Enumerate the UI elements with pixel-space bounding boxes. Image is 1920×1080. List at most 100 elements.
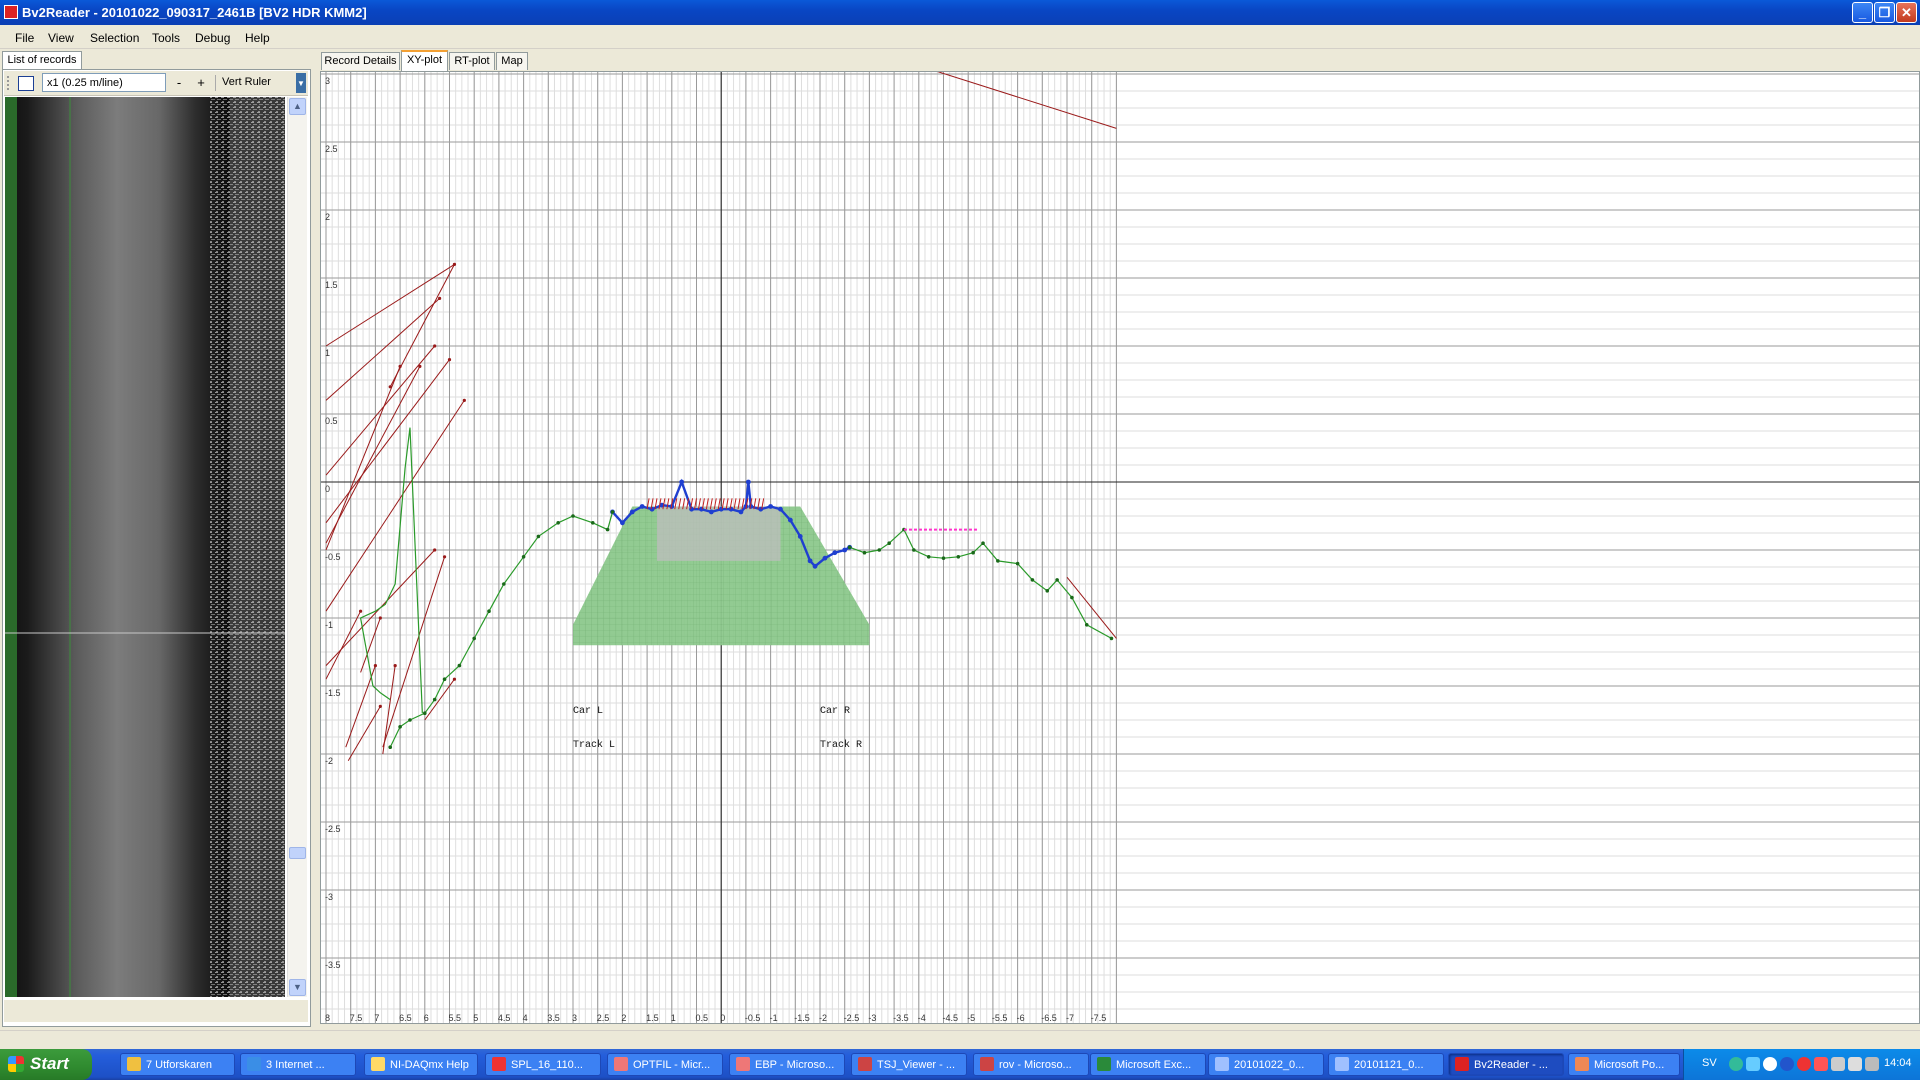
y-tick-label: -0.5 [325, 552, 341, 562]
aux-line-top [937, 72, 1117, 129]
taskbar-button-label: 7 Utforskaren [146, 1059, 213, 1071]
menu-bar: File View Selection Tools Debug Help [0, 26, 1920, 49]
taskbar-button[interactable]: EBP - Microso... [729, 1053, 845, 1076]
x-tick-label: -3 [868, 1013, 876, 1023]
series-point [842, 547, 848, 553]
taskbar: Start 7 Utforskaren 3 Internet ... NI-DAQm… [0, 1049, 1920, 1080]
restore-button[interactable]: ❐ [1874, 2, 1895, 23]
y-tick-label: -1.5 [325, 688, 341, 698]
taskbar-button[interactable]: 20101121_0... [1328, 1053, 1444, 1076]
x-tick-label: 1 [671, 1013, 676, 1023]
menu-debug[interactable]: Debug [195, 31, 230, 45]
menu-view[interactable]: View [48, 31, 74, 45]
menu-help[interactable]: Help [245, 31, 270, 45]
taskbar-app-icon [1455, 1057, 1469, 1071]
taskbar-app-icon [1097, 1057, 1111, 1071]
x-tick-label: 7 [374, 1013, 379, 1023]
tab-map[interactable]: Map [496, 52, 528, 70]
minimize-button[interactable]: _ [1852, 2, 1873, 23]
series-point [745, 479, 751, 485]
alert-icon[interactable] [1814, 1057, 1828, 1071]
taskbar-app-icon [371, 1057, 385, 1071]
y-tick-label: 1.5 [325, 280, 338, 290]
monitor-icon[interactable] [1831, 1057, 1845, 1071]
power-icon[interactable] [1865, 1057, 1879, 1071]
zoom-in-button[interactable]: + [192, 74, 210, 92]
series-point [1109, 636, 1114, 641]
windows-logo-icon [8, 1056, 24, 1072]
tab-record-details[interactable]: Record Details [321, 52, 400, 70]
scroll-up-icon[interactable]: ▲ [289, 98, 306, 115]
taskbar-button[interactable]: rov - Microso... [973, 1053, 1089, 1076]
series-point [1055, 578, 1059, 582]
car-envelope-box [656, 506, 781, 561]
taskbar-button[interactable]: TSJ_Viewer - ... [851, 1053, 967, 1076]
select-checkbox[interactable] [18, 76, 34, 91]
toolbar-grip[interactable] [7, 76, 12, 90]
x-tick-label: -7.5 [1091, 1013, 1107, 1023]
taskbar-app-icon [858, 1057, 872, 1071]
x-tick-label: 0.5 [696, 1013, 709, 1023]
taskbar-button[interactable]: SPL_16_110... [485, 1053, 601, 1076]
xy-plot-canvas[interactable]: 3 2.5 2 1.5 1 0.5 0 -0.5 -1 -1.5 -2 -2.5 -3 -3.5 8 7.5 7… [321, 72, 1919, 1023]
menu-selection[interactable]: Selection [90, 31, 139, 45]
series-point [847, 545, 852, 550]
search-icon[interactable] [1763, 1057, 1777, 1071]
bluetooth-icon[interactable] [1780, 1057, 1794, 1071]
series-point [679, 479, 685, 485]
security-icon[interactable] [1746, 1057, 1760, 1071]
menu-file[interactable]: File [15, 31, 34, 45]
antivirus-icon[interactable] [1797, 1057, 1811, 1071]
zoom-select[interactable]: x1 (0.25 m/line) [42, 73, 166, 92]
x-tick-label: 2 [621, 1013, 626, 1023]
tab-rt-plot[interactable]: RT-plot [449, 52, 495, 70]
taskbar-button[interactable]: OPTFIL - Micr... [607, 1053, 723, 1076]
scroll-down-icon[interactable]: ▼ [289, 979, 306, 996]
series-point [629, 509, 635, 515]
taskbar-button-label: rov - Microso... [999, 1059, 1072, 1071]
records-scrollbar[interactable]: ▲ ▼ [287, 97, 307, 997]
taskbar-button[interactable]: 7 Utforskaren [120, 1053, 235, 1076]
series-point [956, 555, 961, 559]
taskbar-app-icon [736, 1057, 750, 1071]
taskbar-button[interactable]: Microsoft Po... [1568, 1053, 1680, 1076]
start-button[interactable]: Start [0, 1049, 92, 1080]
taskbar-app-icon [127, 1057, 141, 1071]
series-point [388, 745, 393, 749]
series-point [971, 550, 975, 555]
taskbar-button[interactable]: NI-DAQmx Help [364, 1053, 478, 1076]
network-icon[interactable] [1729, 1057, 1743, 1071]
aux-point [433, 344, 437, 348]
zoom-out-button[interactable]: - [170, 74, 188, 92]
language-indicator[interactable]: SV [1702, 1057, 1717, 1069]
x-tick-label: 3 [572, 1013, 577, 1023]
x-tick-label: 2.5 [597, 1013, 610, 1023]
taskbar-button[interactable]: 3 Internet ... [240, 1053, 356, 1076]
series-point [1084, 623, 1089, 627]
x-tick-label: 3.5 [547, 1013, 560, 1023]
scroll-thumb[interactable] [289, 847, 306, 859]
series-point [1070, 595, 1074, 600]
radar-image[interactable] [5, 97, 285, 997]
aux-point [378, 704, 382, 709]
taskbar-button[interactable]: 20101022_0... [1208, 1053, 1324, 1076]
title-bar: Bv2Reader - 20101022_090317_2461B [BV2 H… [0, 0, 1920, 25]
close-button[interactable]: ✕ [1896, 2, 1917, 23]
y-tick-label: -3.5 [325, 960, 341, 970]
vert-ruler-button[interactable]: Vert Ruler [222, 76, 271, 88]
series-point [590, 521, 595, 525]
tab-list-of-records[interactable]: List of records [2, 51, 82, 70]
tab-xy-plot[interactable]: XY-plot [401, 50, 448, 71]
taskbar-button[interactable]: Microsoft Exc... [1090, 1053, 1206, 1076]
volume-icon[interactable] [1848, 1057, 1862, 1071]
toolbar-overflow-icon[interactable]: ▼ [296, 73, 306, 93]
y-tick-label: -3 [325, 892, 333, 902]
track-right-label: Track R [820, 739, 862, 751]
taskbar-button[interactable]: Bv2Reader - ... [1448, 1053, 1564, 1076]
series-point [862, 550, 867, 555]
y-tick-label: 0.5 [325, 416, 338, 426]
menu-tools[interactable]: Tools [152, 31, 180, 45]
series-point [1015, 561, 1020, 566]
x-tick-label: -6.5 [1041, 1013, 1057, 1023]
x-tick-label: 6 [424, 1013, 429, 1023]
